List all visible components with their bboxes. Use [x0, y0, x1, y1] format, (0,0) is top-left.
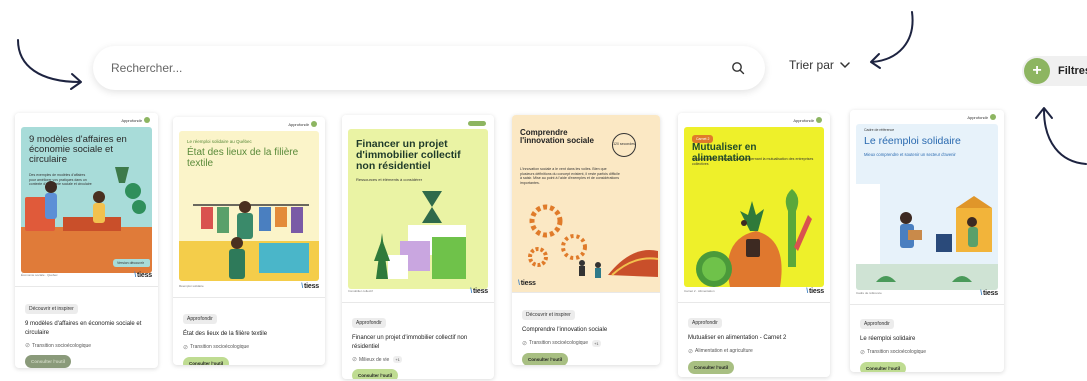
- plus-icon: +: [1024, 58, 1050, 84]
- card-title: Mutualiser en alimentation - Carnet 2: [688, 335, 787, 341]
- card-cover: Approfondir 9 modèles d'affaires en écon…: [15, 113, 158, 287]
- cover-badge: Approfondir: [967, 114, 996, 120]
- consult-button[interactable]: Consulter l'outil: [688, 360, 735, 374]
- card-category: ⊘ Milieux de vie +1: [352, 356, 402, 364]
- tiess-logo: tiess: [134, 272, 152, 279]
- search-icon[interactable]: [725, 55, 751, 81]
- card-cover: Comprendre l'innovation sociale 120 seco…: [512, 115, 660, 293]
- page: Trier par + Filtres Approfondir 9 modèle…: [0, 0, 1087, 381]
- chevron-down-icon: [840, 61, 850, 68]
- consult-button[interactable]: Consulter l'outil: [352, 369, 399, 379]
- card-title: Comprendre l'innovation sociale: [522, 327, 608, 333]
- consult-button[interactable]: Consulter l'outil: [183, 356, 230, 365]
- tag-icon: ⊘: [25, 343, 31, 350]
- card-title: Le réemploi solidaire: [860, 336, 916, 342]
- consult-button[interactable]: Consulter l'outil: [522, 352, 569, 365]
- card-tag: Approfondir: [688, 318, 722, 328]
- card-tag: Découvrir et inspirer: [522, 310, 575, 320]
- tag-icon: ⊘: [860, 349, 866, 356]
- card-category: ⊘ Transition socioécologique: [860, 349, 927, 356]
- cover-badge: Approfondir: [288, 121, 317, 127]
- card-tag: Découvrir et inspirer: [25, 304, 78, 314]
- cover-footer: Économie sociale · Québectiess: [21, 270, 152, 280]
- sort-label: Trier par: [789, 58, 834, 72]
- card-title: État des lieux de la filière textile: [183, 331, 268, 337]
- cover-footer: Cadre de référencetiess: [856, 288, 998, 298]
- resource-card[interactable]: Approfondir Carnet 2 Mutualiser en alime…: [678, 113, 830, 377]
- search-bar: [93, 46, 765, 90]
- cover-badge: [468, 121, 486, 126]
- tag-icon: ⊘: [183, 344, 189, 351]
- cover-chip: Version découvrir: [112, 259, 148, 267]
- more-categories-chip[interactable]: +1: [592, 339, 601, 347]
- filters-label: Filtres: [1058, 65, 1087, 77]
- tag-icon: ⊘: [688, 348, 694, 355]
- cover-footer: Réemploi solidairetiess: [179, 281, 319, 291]
- card-title: Financer un projet d'immobilier collecti…: [352, 335, 468, 350]
- cover-footer: Carnet 2 · Alimentationtiess: [684, 286, 824, 296]
- tiess-logo: tiess: [980, 290, 998, 297]
- card-tag: Approfondir: [183, 314, 217, 324]
- card-meta: Approfondir État des lieux de la filière…: [183, 307, 315, 365]
- tiess-logo: tiess: [518, 280, 536, 287]
- more-categories-chip[interactable]: +1: [393, 356, 402, 364]
- cover-art: Carnet 2 Mutualiser en alimentation Impa…: [684, 127, 824, 287]
- card-category: ⊘ Transition socioécologique +1: [522, 339, 601, 347]
- card-meta: Approfondir Le réemploi solidaire ⊘ Trans…: [860, 312, 994, 372]
- card-category: ⊘ Transition socioécologique: [183, 344, 250, 351]
- tiess-logo: tiess: [470, 288, 488, 295]
- search-input[interactable]: [111, 61, 725, 75]
- arrow-bottom-right-icon: [1035, 107, 1087, 165]
- cover-footer: tiess: [518, 278, 654, 288]
- cover-art: 9 modèles d'affaires en économie sociale…: [21, 127, 152, 273]
- tiess-logo: tiess: [806, 288, 824, 295]
- tag-icon: ⊘: [522, 340, 528, 347]
- arrow-top-right-icon: [870, 11, 914, 69]
- card-cover: Approfondir Cadre de référence Le réempl…: [850, 110, 1004, 305]
- card-cover: Financer un projet d'immobilier collecti…: [342, 115, 494, 303]
- cover-art: Cadre de référence Le réemploi solidaire…: [856, 124, 998, 290]
- card-category: ⊘ Alimentation et agriculture: [688, 348, 753, 355]
- cover-footer: Immobilier collectiftiess: [348, 286, 488, 296]
- cover-badge: Approfondir: [121, 117, 150, 123]
- card-title: 9 modèles d'affaires en économie sociale…: [25, 321, 142, 336]
- card-meta: Approfondir Mutualiser en alimentation -…: [688, 311, 820, 374]
- card-cover: Approfondir Le réemploi solidaire au Qué…: [173, 117, 325, 298]
- card-category: ⊘ Transition socioécologique: [25, 342, 92, 350]
- filters-button[interactable]: + Filtres: [1022, 56, 1087, 86]
- card-meta: Découvrir et inspirer 9 modèles d'affair…: [25, 297, 148, 368]
- card-tag: Approfondir: [860, 319, 894, 329]
- resource-card[interactable]: Approfondir 9 modèles d'affaires en écon…: [15, 113, 158, 368]
- card-meta: Découvrir et inspirer Comprendre l'innov…: [522, 303, 650, 365]
- cover-art: Le réemploi solidaire au Québec État des…: [179, 131, 319, 281]
- tag-icon: ⊘: [352, 357, 358, 364]
- resource-card[interactable]: Approfondir Le réemploi solidaire au Qué…: [173, 117, 325, 365]
- card-cover: Approfondir Carnet 2 Mutualiser en alime…: [678, 113, 830, 303]
- card-meta: Approfondir Financer un projet d'immobil…: [352, 311, 484, 379]
- tiess-logo: tiess: [301, 283, 319, 290]
- arrow-left-icon: [17, 39, 82, 90]
- cover-badge: Approfondir: [793, 117, 822, 123]
- sort-dropdown[interactable]: Trier par: [789, 58, 850, 72]
- resource-card[interactable]: Approfondir Cadre de référence Le réempl…: [850, 110, 1004, 372]
- resource-card[interactable]: Financer un projet d'immobilier collecti…: [342, 115, 494, 379]
- resource-card[interactable]: Comprendre l'innovation sociale 120 seco…: [512, 115, 660, 365]
- card-tag: Approfondir: [352, 318, 386, 328]
- consult-button[interactable]: Consulter l'outil: [860, 361, 907, 372]
- consult-button[interactable]: Consulter l'outil: [25, 355, 72, 368]
- cover-art: Financer un projet d'immobilier collecti…: [348, 129, 488, 289]
